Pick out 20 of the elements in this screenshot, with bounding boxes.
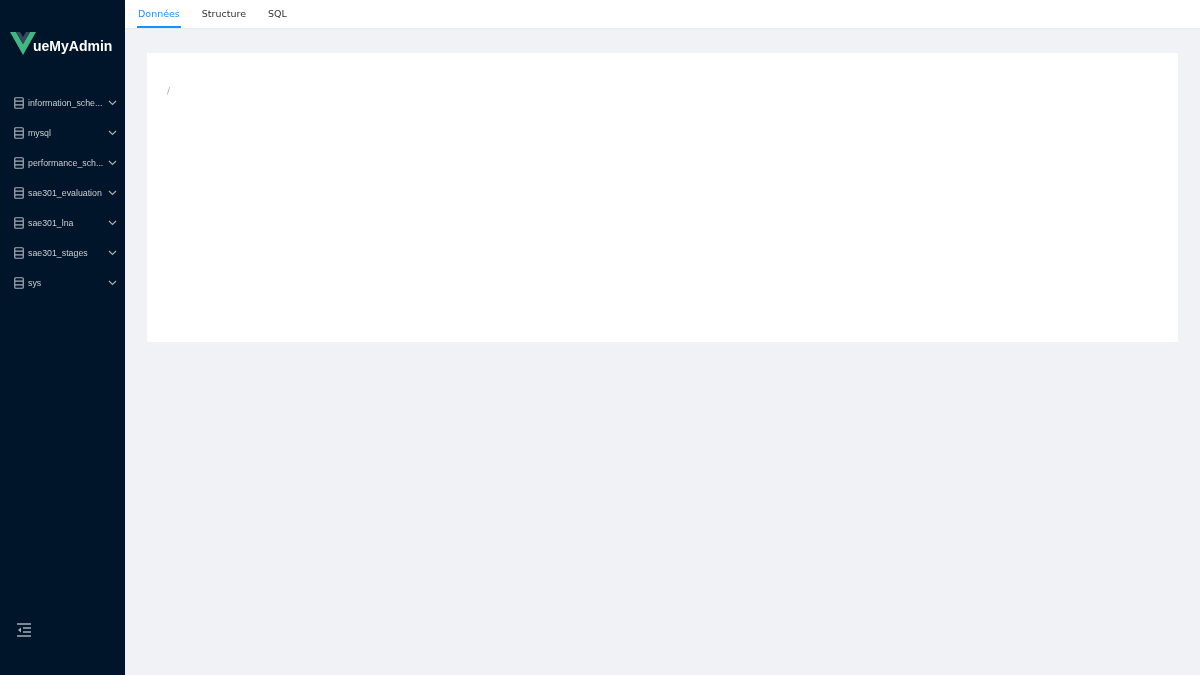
tab[interactable]: SQL	[267, 0, 288, 28]
tab[interactable]: Structure	[200, 0, 247, 28]
app-logo-text: ueMyAdmin	[33, 37, 113, 56]
database-icon	[14, 187, 24, 199]
database-icon	[14, 217, 24, 229]
database-menu-item[interactable]: performance_sch...	[0, 148, 125, 178]
database-icon	[14, 157, 24, 169]
database-menu-item[interactable]: sys	[0, 268, 125, 298]
database-menu-item[interactable]: sae301_stages	[0, 238, 125, 268]
database-icon	[14, 247, 24, 259]
database-menu-item[interactable]: sae301_evaluation	[0, 178, 125, 208]
database-menu-item[interactable]: sae301_lna	[0, 208, 125, 238]
collapse-menu-icon[interactable]	[16, 623, 32, 637]
logo-icon	[10, 30, 36, 56]
database-menu-item[interactable]: mysql	[0, 118, 125, 148]
database-icon	[14, 97, 24, 109]
database-icon	[14, 277, 24, 289]
database-menu-item[interactable]: information_sche...	[0, 88, 125, 118]
breadcrumb: /	[167, 86, 171, 96]
database-icon	[14, 127, 24, 139]
